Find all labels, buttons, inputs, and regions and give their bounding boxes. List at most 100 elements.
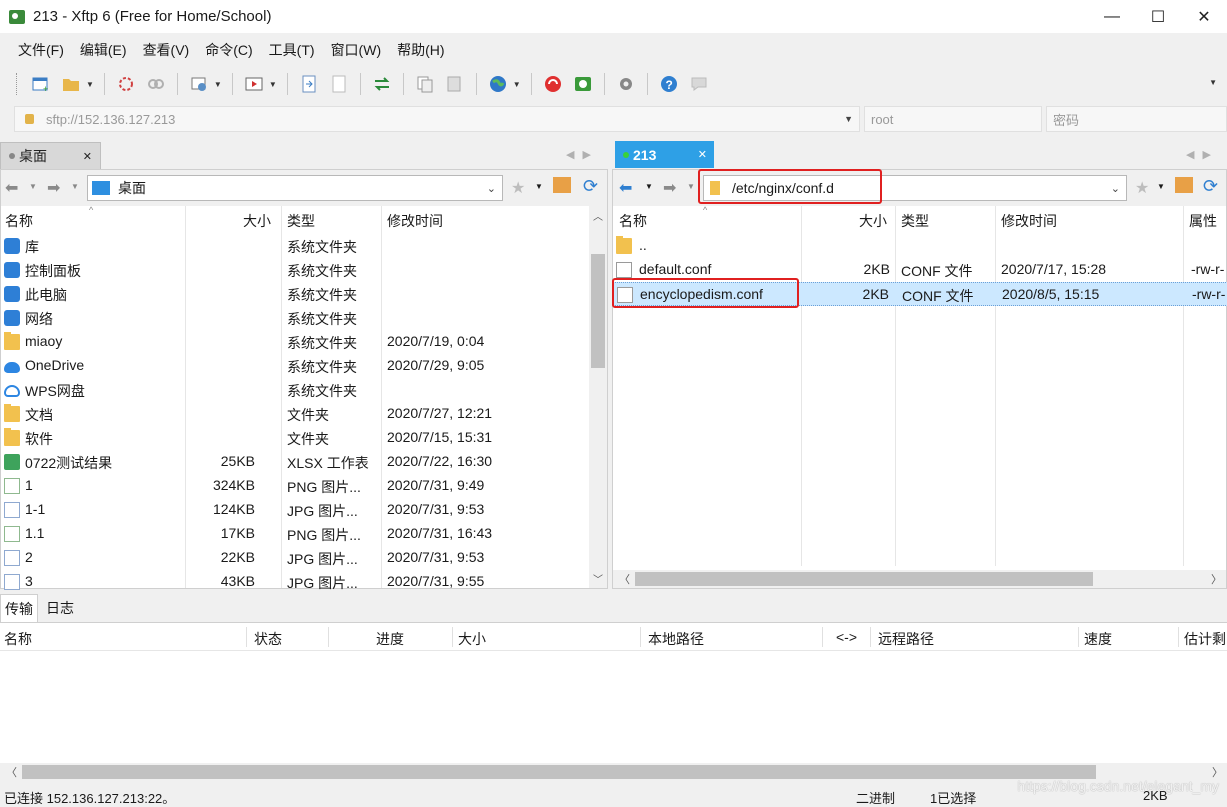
scroll-right-icon[interactable]: 〉 xyxy=(1211,571,1222,587)
transfer-mode[interactable]: 二进制 xyxy=(856,788,895,807)
file-row[interactable]: 2 22KB JPG 图片... 2020/7/31, 9:53 xyxy=(1,546,591,570)
disconnect-icon[interactable] xyxy=(145,73,167,95)
menu-file[interactable]: 文件(F) xyxy=(10,40,72,60)
menu-help[interactable]: 帮助(H) xyxy=(389,40,452,60)
help-icon[interactable]: ? xyxy=(658,73,680,95)
col-eta[interactable]: 估计剩 xyxy=(1184,629,1226,649)
file-row[interactable]: 软件 文件夹 2020/7/15, 15:31 xyxy=(1,426,591,450)
menu-view[interactable]: 查看(V) xyxy=(135,40,198,60)
scroll-left-icon[interactable]: 〈 xyxy=(619,571,630,587)
col-attributes[interactable]: 属性 xyxy=(1189,211,1217,231)
scroll-down-icon[interactable]: ﹀ xyxy=(589,571,607,586)
refresh-icon[interactable]: ⟳ xyxy=(583,176,598,197)
col-local-path[interactable]: 本地路径 xyxy=(648,629,704,649)
file-row[interactable]: 控制面板 系统文件夹 xyxy=(1,258,591,282)
file-row[interactable]: 文档 文件夹 2020/7/27, 12:21 xyxy=(1,402,591,426)
col-progress[interactable]: 进度 xyxy=(376,629,404,649)
chevron-down-icon[interactable]: ▼ xyxy=(86,80,94,89)
remote-tab-scroll-arrows[interactable]: ◀▶ xyxy=(1186,148,1219,161)
col-size[interactable]: 大小 xyxy=(243,211,271,231)
minimize-button[interactable]: — xyxy=(1089,0,1135,33)
globe-icon[interactable] xyxy=(487,73,509,95)
chevron-down-icon[interactable]: ⌄ xyxy=(1111,182,1120,195)
copy-icon[interactable] xyxy=(414,73,436,95)
xftp-icon[interactable] xyxy=(572,73,594,95)
chevron-down-icon[interactable]: ▼ xyxy=(71,182,79,191)
download-icon[interactable] xyxy=(328,73,350,95)
password-field[interactable]: 密码 xyxy=(1046,106,1227,132)
remote-horizontal-scrollbar[interactable]: 〈 〉 xyxy=(613,570,1226,588)
refresh-icon[interactable]: ⟳ xyxy=(1203,176,1218,197)
back-icon[interactable]: ⬅ xyxy=(5,178,18,198)
tab-local-desktop[interactable]: 桌面 ✕ xyxy=(0,142,101,169)
chevron-down-icon[interactable]: ⌄ xyxy=(487,182,496,195)
col-size[interactable]: 大小 xyxy=(859,211,887,231)
star-icon[interactable]: ★ xyxy=(511,178,525,198)
chat-icon[interactable] xyxy=(688,73,710,95)
file-row[interactable]: OneDrive 系统文件夹 2020/7/29, 9:05 xyxy=(1,354,591,378)
col-name[interactable]: 名称 xyxy=(619,211,647,231)
gear-icon[interactable] xyxy=(615,73,637,95)
forward-icon[interactable]: ➡ xyxy=(663,178,676,198)
chevron-down-icon[interactable]: ▼ xyxy=(645,182,653,191)
file-row[interactable]: WPS网盘 系统文件夹 xyxy=(1,378,591,402)
scroll-thumb[interactable] xyxy=(635,572,1093,586)
file-row[interactable]: miaoy 系统文件夹 2020/7/19, 0:04 xyxy=(1,330,591,354)
properties-icon[interactable] xyxy=(188,73,210,95)
file-row[interactable]: 库 系统文件夹 xyxy=(1,234,591,258)
toolbar-overflow-icon[interactable]: ▼ xyxy=(1209,78,1217,87)
local-tab-scroll-arrows[interactable]: ◀▶ xyxy=(566,148,599,161)
chevron-down-icon[interactable]: ▼ xyxy=(29,182,37,191)
file-row[interactable]: .. xyxy=(613,234,1227,258)
col-size[interactable]: 大小 xyxy=(458,629,486,649)
chevron-down-icon[interactable]: ▼ xyxy=(214,80,222,89)
menu-edit[interactable]: 编辑(E) xyxy=(72,40,135,60)
open-folder-icon[interactable] xyxy=(60,73,82,95)
star-icon[interactable]: ★ xyxy=(1135,178,1149,198)
menu-window[interactable]: 窗口(W) xyxy=(323,40,390,60)
home-icon[interactable] xyxy=(553,177,571,193)
col-direction[interactable]: <-> xyxy=(836,629,857,645)
close-tab-icon[interactable]: ✕ xyxy=(83,150,92,163)
local-path-combo[interactable]: 桌面 ⌄ xyxy=(87,175,503,201)
chevron-down-icon[interactable]: ▼ xyxy=(687,182,695,191)
home-icon[interactable] xyxy=(1175,177,1193,193)
tab-transfer[interactable]: 传输 xyxy=(0,594,38,622)
col-modified[interactable]: 修改时间 xyxy=(387,211,443,231)
col-name[interactable]: 名称 xyxy=(4,629,32,649)
forward-icon[interactable]: ➡ xyxy=(47,178,60,198)
col-name[interactable]: 名称 xyxy=(5,211,33,231)
file-row[interactable]: 1 324KB PNG 图片... 2020/7/31, 9:49 xyxy=(1,474,591,498)
username-field[interactable]: root xyxy=(864,106,1042,132)
file-row[interactable]: 0722测试结果 25KB XLSX 工作表 2020/7/22, 16:30 xyxy=(1,450,591,474)
toolbar-grip[interactable] xyxy=(16,73,20,95)
scroll-left-icon[interactable]: 〈 xyxy=(6,764,17,780)
chevron-down-icon[interactable]: ▼ xyxy=(844,114,853,124)
file-row[interactable]: 此电脑 系统文件夹 xyxy=(1,282,591,306)
col-status[interactable]: 状态 xyxy=(254,629,282,649)
maximize-button[interactable]: ☐ xyxy=(1135,0,1181,33)
col-speed[interactable]: 速度 xyxy=(1084,629,1112,649)
close-button[interactable]: ✕ xyxy=(1181,0,1227,33)
host-field[interactable]: sftp://152.136.127.213 ▼ xyxy=(14,106,860,132)
local-vertical-scrollbar[interactable]: ︿ ﹀ xyxy=(589,206,607,588)
scroll-thumb[interactable] xyxy=(591,254,605,368)
connect-icon[interactable] xyxy=(115,73,137,95)
xshell-icon[interactable] xyxy=(542,73,564,95)
col-type[interactable]: 类型 xyxy=(287,211,315,231)
paste-icon[interactable] xyxy=(444,73,466,95)
chevron-down-icon[interactable]: ▼ xyxy=(513,80,521,89)
chevron-down-icon[interactable]: ▼ xyxy=(535,182,543,191)
new-session-icon[interactable]: + xyxy=(30,73,52,95)
transfer-icon[interactable] xyxy=(371,73,393,95)
col-modified[interactable]: 修改时间 xyxy=(1001,211,1057,231)
file-row[interactable]: 1.1 17KB PNG 图片... 2020/7/31, 16:43 xyxy=(1,522,591,546)
menu-command[interactable]: 命令(C) xyxy=(197,40,260,60)
file-row[interactable]: 1-1 124KB JPG 图片... 2020/7/31, 9:53 xyxy=(1,498,591,522)
terminal-icon[interactable] xyxy=(243,73,265,95)
menu-tools[interactable]: 工具(T) xyxy=(261,40,323,60)
file-row[interactable]: 3 43KB JPG 图片... 2020/7/31, 9:55 xyxy=(1,570,591,594)
chevron-down-icon[interactable]: ▼ xyxy=(1157,182,1165,191)
chevron-down-icon[interactable]: ▼ xyxy=(269,80,277,89)
scroll-thumb[interactable] xyxy=(22,765,1096,779)
